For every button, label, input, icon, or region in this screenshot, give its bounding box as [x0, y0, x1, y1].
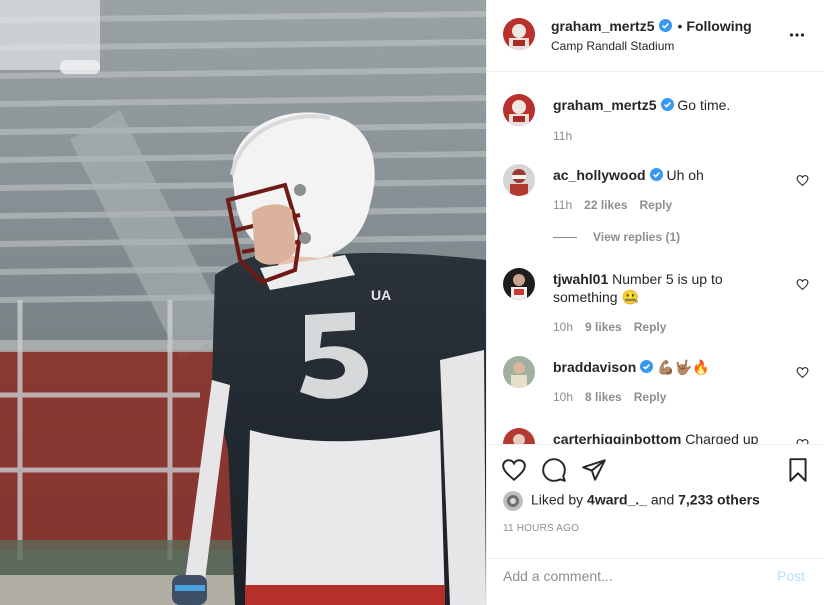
comment-likes[interactable]: 8 likes: [585, 390, 622, 404]
post-actions: Liked by 4ward_._ and 7,233 others 11 HO…: [487, 444, 824, 594]
comment-text: Charged up: [685, 431, 759, 444]
comment-text: 💪🏽🤟🏽🔥: [657, 359, 710, 375]
view-replies-label: View replies (1): [593, 230, 681, 244]
liker-avatar[interactable]: [503, 491, 523, 511]
verified-badge-icon: [660, 98, 674, 111]
comment-text: Go time.: [677, 97, 731, 113]
replies-divider: [553, 237, 577, 239]
author-username[interactable]: graham_mertz5: [551, 18, 655, 34]
comment-body: braddavison 💪🏽🤟🏽🔥: [553, 358, 778, 376]
comment-body: carterhigginbottom Charged up: [553, 430, 813, 444]
like-comment-heart-icon[interactable]: [796, 174, 809, 187]
post-location[interactable]: Camp Randall Stadium: [551, 39, 674, 53]
post-header: graham_mertz5 • Following Camp Randall Sta…: [487, 0, 824, 72]
reply-button[interactable]: Reply: [634, 320, 667, 334]
comment-username[interactable]: braddavison: [553, 359, 636, 375]
comment-text: Uh oh: [666, 167, 704, 183]
reply-button[interactable]: Reply: [634, 390, 667, 404]
commenter-avatar[interactable]: [503, 164, 535, 196]
post-timestamp[interactable]: 11 HOURS AGO: [503, 523, 579, 534]
post-comment-button[interactable]: Post: [777, 568, 805, 584]
likes-count[interactable]: 7,233 others: [678, 492, 760, 508]
svg-text:UA: UA: [371, 287, 391, 303]
post-photo[interactable]: UA: [0, 0, 486, 605]
add-comment-input[interactable]: [503, 566, 753, 586]
comment-likes[interactable]: 22 likes: [584, 198, 627, 212]
comment-time[interactable]: 11h: [553, 129, 572, 143]
comment-username[interactable]: graham_mertz5: [553, 97, 657, 113]
like-heart-icon[interactable]: [501, 457, 527, 483]
comment-meta: 10h 9 likes Reply: [553, 320, 666, 334]
post-panel: graham_mertz5 • Following Camp Randall Sta…: [486, 0, 824, 605]
comment-bubble-icon[interactable]: [541, 457, 567, 483]
liked-by-user[interactable]: 4ward_._: [587, 492, 647, 508]
comment-item: ac_hollywood Uh oh 11h 22 likes Reply: [503, 164, 813, 224]
like-comment-heart-icon[interactable]: [796, 278, 809, 291]
comment-username[interactable]: tjwahl01: [553, 271, 608, 287]
comment-time[interactable]: 10h: [553, 390, 573, 404]
comment-time[interactable]: 11h: [553, 198, 572, 212]
liked-by-and: and: [650, 491, 675, 508]
author-line: graham_mertz5 • Following: [551, 18, 752, 34]
comment-item: braddavison 💪🏽🤟🏽🔥 10h 8 likes Reply: [503, 356, 813, 416]
reply-button[interactable]: Reply: [640, 198, 673, 212]
comment-body: tjwahl01 Number 5 is up to something 🤐: [553, 270, 778, 306]
comment-item: tjwahl01 Number 5 is up to something 🤐 1…: [503, 268, 813, 338]
comment-time[interactable]: 10h: [553, 320, 573, 334]
verified-badge-icon: [640, 360, 654, 373]
comment-meta: 10h 8 likes Reply: [553, 390, 666, 404]
comment-item: carterhigginbottom Charged up: [503, 428, 813, 444]
comment-body: graham_mertz5 Go time.: [553, 96, 778, 114]
comment-meta: 11h: [553, 129, 572, 143]
commenter-avatar[interactable]: [503, 428, 535, 444]
save-bookmark-icon[interactable]: [785, 457, 811, 483]
share-paper-plane-icon[interactable]: [581, 457, 607, 483]
separator-dot: •: [677, 18, 683, 34]
comment-username[interactable]: ac_hollywood: [553, 167, 646, 183]
comment-username[interactable]: carterhigginbottom: [553, 431, 681, 444]
commenter-avatar[interactable]: [503, 356, 535, 388]
following-button[interactable]: Following: [686, 18, 751, 34]
commenter-avatar[interactable]: [503, 268, 535, 300]
comment-meta: 11h 22 likes Reply: [553, 198, 672, 212]
liked-by-prefix: Liked by: [531, 491, 584, 508]
comment-body: ac_hollywood Uh oh: [553, 166, 778, 184]
liked-by-line: Liked by 4ward_._ and 7,233 others: [503, 491, 760, 511]
comment-likes[interactable]: 9 likes: [585, 320, 622, 334]
view-replies-link[interactable]: View replies (1): [553, 230, 680, 244]
verified-badge-icon: [658, 19, 672, 32]
like-comment-heart-icon[interactable]: [796, 366, 809, 379]
comments-list[interactable]: graham_mertz5 Go time. 11h ac_hollywood …: [487, 72, 824, 444]
add-comment-bar: Post: [487, 558, 824, 595]
author-avatar[interactable]: [503, 94, 535, 126]
verified-badge-icon: [649, 168, 663, 181]
author-avatar[interactable]: [503, 18, 535, 50]
more-options-icon[interactable]: [789, 27, 805, 43]
caption: graham_mertz5 Go time. 11h: [503, 94, 813, 154]
post-image: UA: [0, 0, 486, 605]
